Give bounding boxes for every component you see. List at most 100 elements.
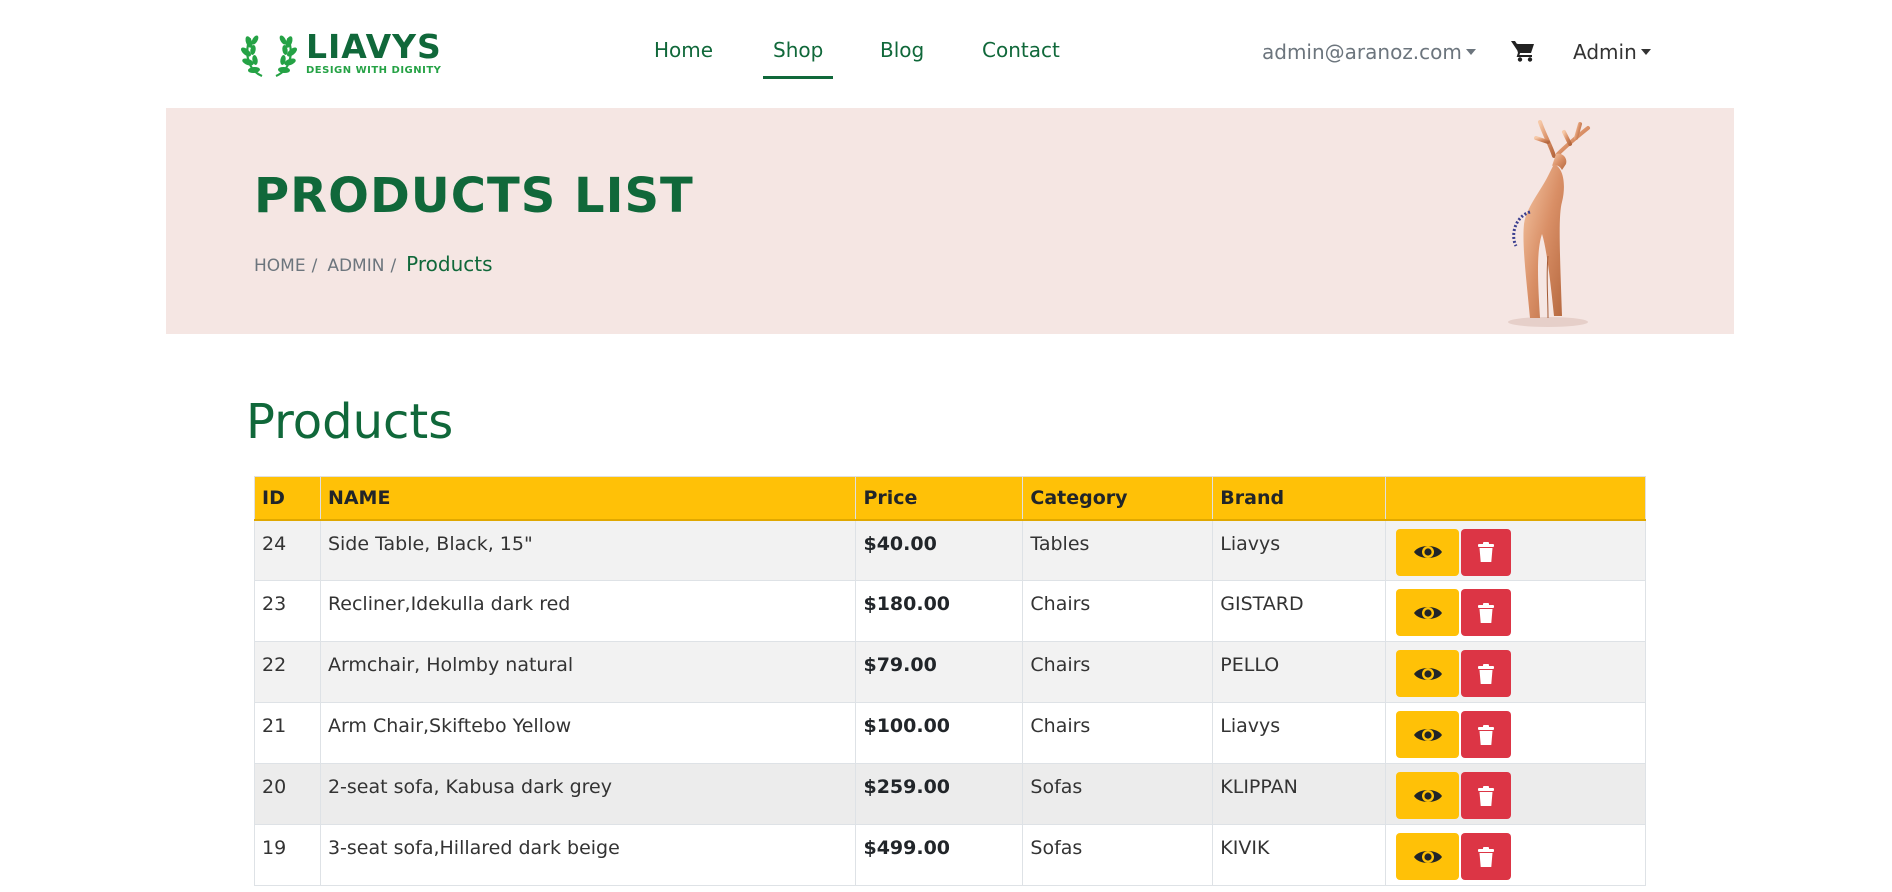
delete-button[interactable] — [1461, 833, 1512, 880]
cell-actions — [1385, 641, 1646, 703]
cell-brand: KIVIK — [1212, 824, 1387, 886]
cell-name: 2-seat sofa, Kabusa dark grey — [319, 763, 857, 825]
table-row: 21 Arm Chair,Skiftebo Yellow $100.00 Cha… — [254, 702, 1646, 764]
view-button[interactable] — [1396, 650, 1460, 697]
trash-icon — [1478, 846, 1495, 867]
trash-icon — [1478, 663, 1495, 684]
delete-button[interactable] — [1461, 650, 1512, 697]
cell-category: Chairs — [1022, 580, 1214, 642]
user-email-dropdown[interactable]: admin@aranoz.com — [1262, 40, 1476, 64]
section-title: Products — [246, 394, 454, 450]
cell-price: $180.00 — [855, 580, 1024, 642]
column-header-category: Category — [1022, 476, 1214, 521]
site-header: LIAVYS DESIGN WITH DIGNITY Home Shop Blo… — [0, 0, 1892, 108]
column-header-id: ID — [254, 476, 321, 521]
cell-brand: KLIPPAN — [1212, 763, 1387, 825]
cell-name: 3-seat sofa,Hillared dark beige — [319, 824, 857, 886]
cell-id: 19 — [254, 824, 321, 886]
cell-category: Sofas — [1022, 763, 1214, 825]
table-row: 24 Side Table, Black, 15" $40.00 Tables … — [254, 519, 1646, 581]
laurel-wreath-icon — [241, 35, 297, 78]
nav-contact[interactable]: Contact — [982, 38, 1060, 62]
nav-blog[interactable]: Blog — [880, 38, 924, 62]
cell-name: Arm Chair,Skiftebo Yellow — [319, 702, 857, 764]
trash-icon — [1478, 602, 1495, 623]
trash-icon — [1478, 542, 1495, 562]
breadcrumb-home[interactable]: HOME — [254, 256, 306, 276]
cell-price: $259.00 — [855, 763, 1024, 825]
admin-dropdown[interactable]: Admin — [1573, 40, 1651, 64]
trash-icon — [1478, 785, 1495, 806]
delete-button[interactable] — [1461, 772, 1512, 819]
cell-price: $499.00 — [855, 824, 1024, 886]
admin-label: Admin — [1573, 40, 1637, 64]
cart-icon[interactable] — [1511, 40, 1535, 62]
cell-id: 24 — [254, 519, 321, 581]
eye-icon — [1413, 546, 1442, 558]
user-email: admin@aranoz.com — [1262, 40, 1462, 64]
chevron-down-icon — [1465, 48, 1476, 55]
view-button[interactable] — [1396, 833, 1460, 880]
table-row: 22 Armchair, Holmby natural $79.00 Chair… — [254, 641, 1646, 703]
cell-price: $79.00 — [855, 641, 1024, 703]
brand-tagline: DESIGN WITH DIGNITY — [306, 64, 442, 76]
cell-brand: PELLO — [1212, 641, 1387, 703]
deer-figurine-image — [1508, 120, 1590, 327]
cell-id: 20 — [254, 763, 321, 825]
cell-price: $40.00 — [855, 519, 1024, 581]
cell-brand: Liavys — [1212, 519, 1387, 581]
cell-actions — [1385, 580, 1646, 642]
view-button[interactable] — [1396, 772, 1460, 819]
column-header-actions — [1385, 476, 1646, 521]
column-header-brand: Brand — [1212, 476, 1387, 521]
eye-icon — [1413, 850, 1442, 863]
view-button[interactable] — [1396, 589, 1460, 636]
view-button[interactable] — [1396, 711, 1460, 758]
cell-brand: Liavys — [1212, 702, 1387, 764]
cell-id: 22 — [254, 641, 321, 703]
cell-actions — [1385, 824, 1646, 886]
page-title: PRODUCTS LIST — [254, 168, 694, 224]
cell-category: Chairs — [1022, 641, 1214, 703]
page-banner: PRODUCTS LIST HOME / ADMIN / Products — [166, 108, 1734, 334]
eye-icon — [1413, 606, 1442, 619]
cell-name: Side Table, Black, 15" — [319, 519, 857, 581]
cell-brand: GISTARD — [1212, 580, 1387, 642]
cell-price: $100.00 — [855, 702, 1024, 764]
cell-actions — [1385, 763, 1646, 825]
logo[interactable]: LIAVYS DESIGN WITH DIGNITY — [240, 26, 442, 80]
nav-shop[interactable]: Shop — [762, 38, 834, 79]
cell-category: Tables — [1022, 519, 1214, 581]
cell-category: Sofas — [1022, 824, 1214, 886]
breadcrumb: HOME / ADMIN / Products — [254, 252, 493, 276]
nav-home[interactable]: Home — [654, 38, 713, 62]
products-table: ID NAME Price Category Brand 24 Side Tab… — [254, 476, 1646, 886]
table-header-row: ID NAME Price Category Brand — [254, 476, 1646, 521]
chevron-down-icon — [1640, 48, 1651, 55]
breadcrumb-separator: / — [311, 256, 318, 276]
breadcrumb-admin[interactable]: ADMIN — [327, 256, 384, 276]
column-header-price: Price — [855, 476, 1024, 521]
table-row: 20 2-seat sofa, Kabusa dark grey $259.00… — [254, 763, 1646, 825]
cell-name: Armchair, Holmby natural — [319, 641, 857, 703]
cell-name: Recliner,Idekulla dark red — [319, 580, 857, 642]
breadcrumb-separator: / — [390, 256, 397, 276]
eye-icon — [1413, 789, 1442, 802]
eye-icon — [1413, 667, 1442, 680]
cell-id: 21 — [254, 702, 321, 764]
table-row: 19 3-seat sofa,Hillared dark beige $499.… — [254, 824, 1646, 886]
cell-actions — [1385, 702, 1646, 764]
cell-id: 23 — [254, 580, 321, 642]
view-button[interactable] — [1396, 528, 1460, 576]
delete-button[interactable] — [1461, 589, 1512, 636]
cell-actions — [1385, 519, 1646, 581]
column-header-name: NAME — [319, 476, 857, 521]
delete-button[interactable] — [1461, 528, 1512, 576]
delete-button[interactable] — [1461, 711, 1512, 758]
eye-icon — [1413, 728, 1442, 741]
breadcrumb-current: Products — [406, 252, 493, 276]
table-row: 23 Recliner,Idekulla dark red $180.00 Ch… — [254, 580, 1646, 642]
cell-category: Chairs — [1022, 702, 1214, 764]
brand-name: LIAVYS — [306, 26, 442, 66]
trash-icon — [1478, 724, 1495, 745]
